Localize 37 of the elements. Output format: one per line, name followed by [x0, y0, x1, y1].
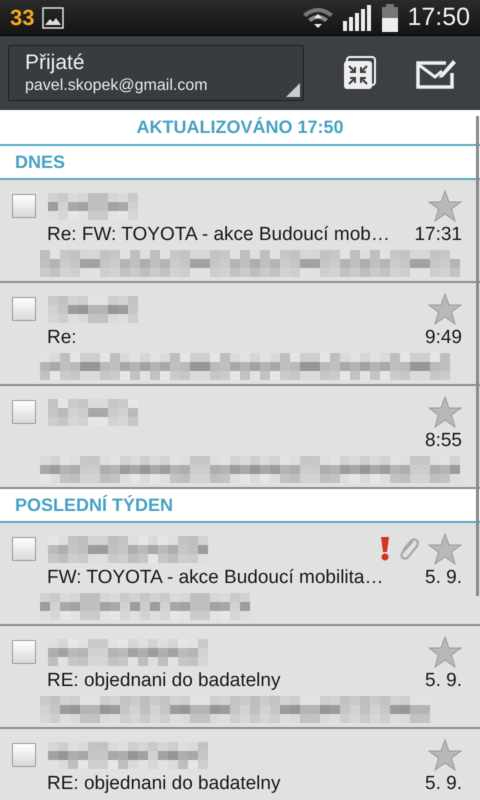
- email-time: 5. 9.: [425, 670, 462, 692]
- signal-icon: [343, 4, 374, 30]
- checkbox[interactable]: [12, 297, 36, 321]
- email-subject: RE: objednani do badatelny: [47, 773, 280, 795]
- checkbox[interactable]: [12, 640, 36, 664]
- email-row[interactable]: Re: 9:49: [0, 283, 480, 386]
- star-icon[interactable]: [428, 636, 462, 668]
- checkbox[interactable]: [12, 743, 36, 767]
- star-icon[interactable]: [428, 533, 462, 565]
- battery-icon: [381, 4, 400, 32]
- picture-notification-icon: [42, 6, 64, 28]
- dropdown-corner-icon: [286, 83, 300, 97]
- checkbox[interactable]: [12, 537, 36, 561]
- email-row[interactable]: RE: objednani do badatelny 5. 9.: [0, 626, 480, 729]
- email-row[interactable]: 8:55: [0, 386, 480, 489]
- email-time: 9:49: [425, 327, 462, 349]
- notification-count: 33: [10, 4, 34, 30]
- email-time: 17:31: [414, 224, 462, 246]
- email-subject: RE: objednani do badatelny: [47, 670, 280, 692]
- email-row[interactable]: FW: TOYOTA - akce Budoucí mobilita… 5. 9.: [0, 523, 480, 626]
- checkbox[interactable]: [12, 400, 36, 424]
- email-row[interactable]: RE: objednani do badatelny 5. 9.: [0, 729, 480, 800]
- email-time: 5. 9.: [425, 567, 462, 589]
- account-folder-dropdown[interactable]: Přijaté pavel.skopek@gmail.com: [8, 45, 304, 101]
- wifi-icon: [301, 6, 336, 30]
- email-row[interactable]: Re: FW: TOYOTA - akce Budoucí mob… 17:31: [0, 180, 480, 283]
- star-icon[interactable]: [428, 293, 462, 325]
- star-icon[interactable]: [428, 190, 462, 222]
- star-icon[interactable]: [428, 396, 462, 428]
- checkbox[interactable]: [12, 194, 36, 218]
- email-subject: FW: TOYOTA - akce Budoucí mobilita…: [47, 567, 384, 589]
- clock-time: 17:50: [407, 3, 470, 32]
- email-time: 5. 9.: [425, 773, 462, 795]
- email-subject: Re:: [47, 327, 77, 349]
- star-icon[interactable]: [428, 739, 462, 771]
- email-subject: Re: FW: TOYOTA - akce Budoucí mob…: [47, 224, 390, 246]
- email-time: 8:55: [425, 430, 462, 452]
